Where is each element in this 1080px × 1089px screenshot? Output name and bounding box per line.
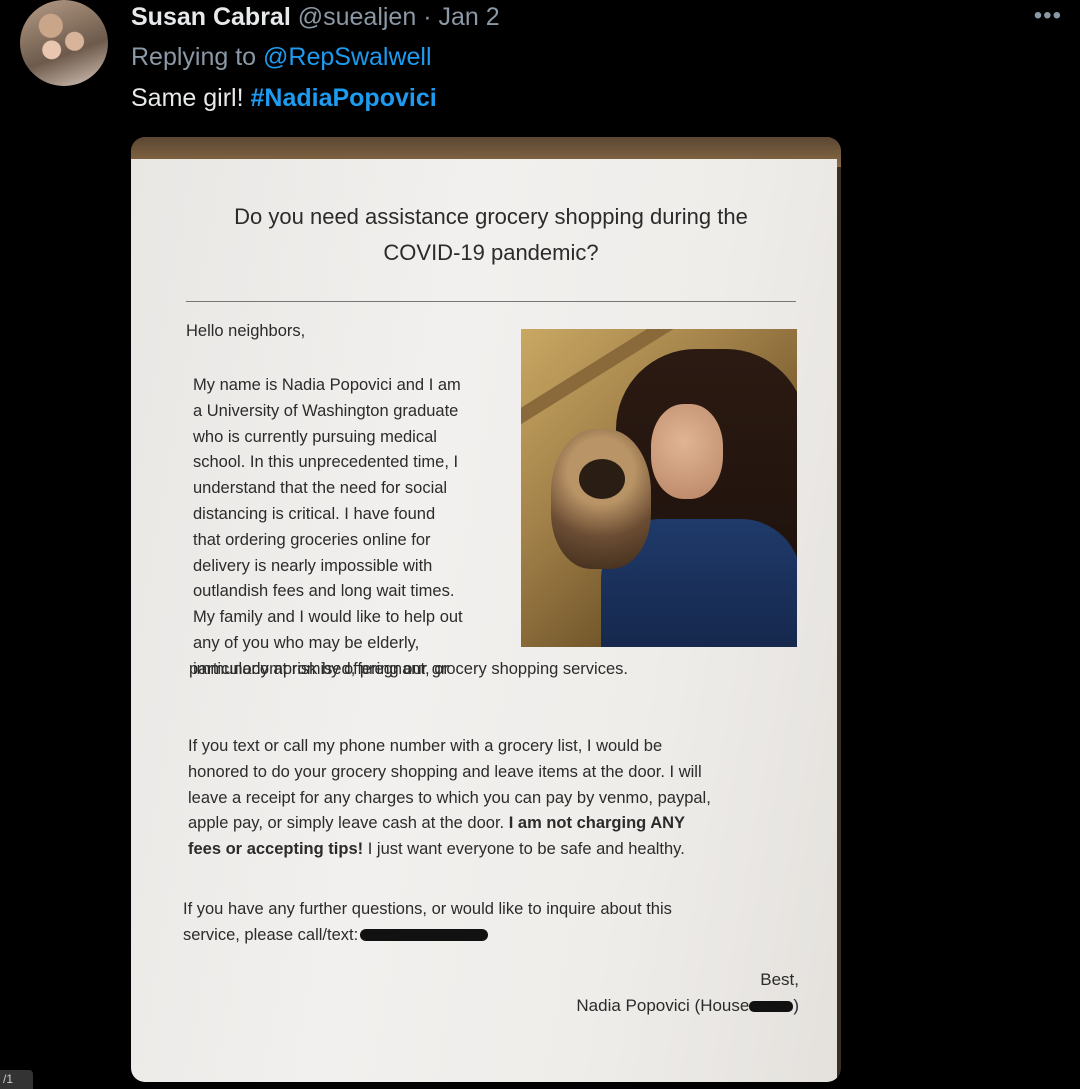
redacted-house	[749, 1001, 794, 1013]
flyer: Do you need assistance grocery shopping …	[131, 159, 837, 1082]
more-horizontal-icon[interactable]: •••	[1034, 2, 1062, 30]
person-face	[651, 404, 723, 499]
text-span: apple pay, or simply leave cash at the d…	[188, 814, 505, 833]
flyer-photo	[521, 329, 797, 647]
dog	[551, 429, 651, 569]
text-line: My family and I would like to help out	[193, 608, 463, 627]
text-line: apple pay, or simply leave cash at the d…	[188, 811, 818, 837]
reply-prefix: Replying to	[131, 43, 257, 71]
media-counter: /1	[0, 1070, 33, 1089]
redacted-phone	[360, 929, 489, 942]
flyer-greeting: Hello neighbors,	[186, 322, 306, 340]
flyer-paragraph-3: If you have any further questions, or wo…	[183, 897, 803, 949]
text-line: distancing is critical. I have found	[193, 504, 436, 523]
signoff: Best,	[760, 970, 799, 989]
flyer-signoff: Best, Nadia Popovici (House)	[576, 967, 799, 1019]
signature: Nadia Popovici (House	[576, 996, 750, 1015]
tweet-header: Susan Cabral @suealjen · Jan 2	[131, 0, 500, 34]
tweet-media-image[interactable]: Do you need assistance grocery shopping …	[131, 137, 841, 1082]
text-line: My name is Nadia Popovici and I am	[193, 376, 461, 394]
author-avatar[interactable]	[20, 0, 108, 86]
text-line: outlandish fees and long wait times.	[193, 582, 455, 601]
text-line: who is currently pursuing medical	[193, 427, 437, 446]
tweet-date[interactable]: Jan 2	[438, 3, 499, 31]
text-line: fees or accepting tips! I just want ever…	[188, 837, 818, 863]
divider	[186, 301, 796, 302]
text-line: that ordering groceries online for	[193, 530, 431, 549]
flyer-title-line: Do you need assistance grocery shopping …	[234, 204, 748, 229]
flyer-title-line: COVID-19 pandemic?	[383, 240, 599, 265]
text-line: service, please call/text:	[183, 923, 803, 949]
hashtag-link[interactable]: #NadiaPopovici	[251, 84, 437, 112]
bold-text: I am not charging ANY	[508, 814, 686, 833]
author-name[interactable]: Susan Cabral	[131, 3, 291, 31]
flyer-paragraph-2: If you text or call my phone number with…	[188, 734, 818, 863]
text-span: I just want everyone to be safe and heal…	[367, 840, 685, 859]
author-handle[interactable]: @suealjen	[298, 3, 417, 31]
text-line: understand that the need for social	[193, 479, 448, 498]
text-line: school. In this unprecedented time, I	[193, 453, 459, 472]
bold-text: fees or accepting tips!	[188, 840, 364, 859]
reply-context: Replying to @RepSwalwell	[131, 40, 432, 74]
text-line: honored to do your grocery shopping and …	[188, 762, 702, 781]
text-line: If you have any further questions, or wo…	[183, 900, 672, 918]
text-line: If you text or call my phone number with…	[188, 737, 663, 755]
text-line: a University of Washington graduate	[193, 401, 459, 420]
tweet-text: Same girl! #NadiaPopovici	[131, 81, 437, 115]
text-line: any of you who may be elderly,	[193, 633, 420, 652]
flyer-intro-end: particularly at risk by offering our gro…	[189, 660, 628, 678]
separator: ·	[423, 3, 432, 31]
tweet-body: Same girl!	[131, 84, 244, 112]
text-span: service, please call/text:	[183, 925, 359, 944]
reply-mention-link[interactable]: @RepSwalwell	[263, 43, 432, 71]
flyer-title: Do you need assistance grocery shopping …	[171, 199, 811, 271]
flyer-intro: My name is Nadia Popovici and I am a Uni…	[193, 373, 523, 683]
text-line: leave a receipt for any charges to which…	[188, 788, 711, 807]
dog-face	[579, 459, 625, 499]
signature-line: Nadia Popovici (House)	[576, 996, 799, 1015]
text-line: delivery is nearly impossible with	[193, 556, 433, 575]
